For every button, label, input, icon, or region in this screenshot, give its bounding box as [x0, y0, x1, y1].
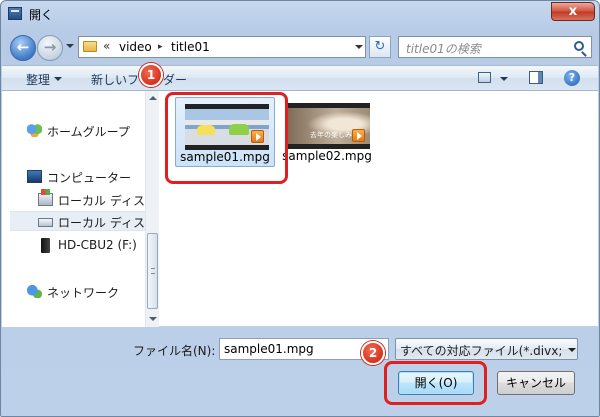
recent-locations-dropdown[interactable]: [66, 44, 74, 48]
nav-item-network[interactable]: ネットワーク: [27, 282, 143, 302]
computer-icon: [27, 170, 42, 183]
step-badge-1: 1: [139, 63, 163, 87]
drive-icon: [38, 218, 53, 227]
navigation-pane: ホームグループ コンピューター ローカル ディス ローカル ディス HD-CBU…: [2, 91, 159, 327]
nav-item-label: コンピューター: [47, 171, 132, 185]
folder-icon: [83, 41, 97, 52]
organize-menu[interactable]: 整理: [26, 71, 50, 88]
overflow-chevron[interactable]: «: [103, 39, 110, 53]
highlight-file-selection: [165, 92, 288, 184]
open-file-dialog: 開く x ← → « video ▸ title01 ↻ title01の検索 …: [0, 0, 600, 417]
media-player-icon: [352, 129, 365, 142]
scroll-down-icon[interactable]: [149, 317, 157, 321]
cancel-button[interactable]: キャンセル: [497, 371, 575, 395]
nav-item-local-disk-c[interactable]: ローカル ディス: [38, 189, 145, 210]
content-area: ホームグループ コンピューター ローカル ディス ローカル ディス HD-CBU…: [2, 91, 598, 327]
scroll-up-icon[interactable]: [149, 96, 157, 100]
preview-pane-icon[interactable]: [529, 71, 543, 84]
network-icon: [27, 285, 42, 298]
address-dropdown-arrow[interactable]: [355, 45, 363, 49]
breadcrumb-video[interactable]: video: [119, 40, 152, 54]
window-icon: [8, 7, 22, 20]
nav-item-label: ローカル ディス: [58, 194, 145, 208]
search-icon[interactable]: [574, 41, 584, 51]
change-view-icon[interactable]: [478, 72, 491, 83]
view-dropdown-icon[interactable]: [500, 77, 508, 81]
organize-dropdown-icon[interactable]: [54, 77, 62, 81]
nav-item-local-disk-d[interactable]: ローカル ディス: [10, 211, 145, 231]
file-item-sample02[interactable]: 去年の楽しみは sample02.mpg: [277, 97, 377, 167]
search-placeholder: title01の検索: [406, 42, 481, 56]
help-icon[interactable]: ?: [564, 70, 580, 86]
grip-icon: [151, 268, 155, 274]
forward-arrow-icon: →: [43, 38, 57, 56]
nav-item-label: ネットワーク: [47, 286, 120, 300]
breadcrumb-title01[interactable]: title01: [171, 40, 210, 54]
breadcrumb-separator[interactable]: ▸: [158, 42, 163, 52]
nav-item-computer[interactable]: コンピューター: [27, 167, 143, 187]
nav-scrollbar[interactable]: [145, 91, 159, 327]
chevron-down-icon[interactable]: [568, 348, 576, 352]
nav-item-label: ホームグループ: [47, 125, 130, 139]
close-button[interactable]: x: [551, 2, 595, 21]
video-thumbnail: 去年の楽しみは: [286, 103, 370, 149]
refresh-button[interactable]: ↻: [369, 36, 391, 58]
highlight-open-button: [384, 361, 487, 405]
filename-label: ファイル名(N):: [133, 344, 216, 358]
search-input[interactable]: title01の検索: [398, 36, 592, 58]
address-bar[interactable]: « video ▸ title01: [78, 36, 366, 58]
nav-item-label: HD-CBU2 (F:): [58, 238, 137, 252]
nav-item-homegroup[interactable]: ホームグループ: [27, 121, 143, 141]
refresh-icon: ↻: [374, 39, 386, 54]
file-type-select[interactable]: すべての対応ファイル(*.divx;: [395, 338, 578, 360]
command-bar: 整理 新しいフォルダー ?: [2, 65, 598, 91]
nav-item-label: ローカル ディス: [58, 216, 145, 230]
file-name: sample02.mpg: [282, 149, 372, 163]
usb-drive-icon: [41, 238, 50, 253]
nav-item-hd-cbu2[interactable]: HD-CBU2 (F:): [38, 236, 143, 256]
window-title: 開く: [29, 8, 54, 22]
back-arrow-icon: ←: [16, 38, 30, 56]
forward-button[interactable]: →: [37, 35, 63, 61]
system-drive-icon: [38, 189, 53, 206]
title-bar: 開く x: [1, 1, 599, 27]
homegroup-icon: [27, 124, 42, 137]
back-button[interactable]: ←: [10, 35, 36, 61]
step-badge-2: 2: [361, 341, 385, 365]
scrollbar-thumb[interactable]: [147, 233, 158, 309]
